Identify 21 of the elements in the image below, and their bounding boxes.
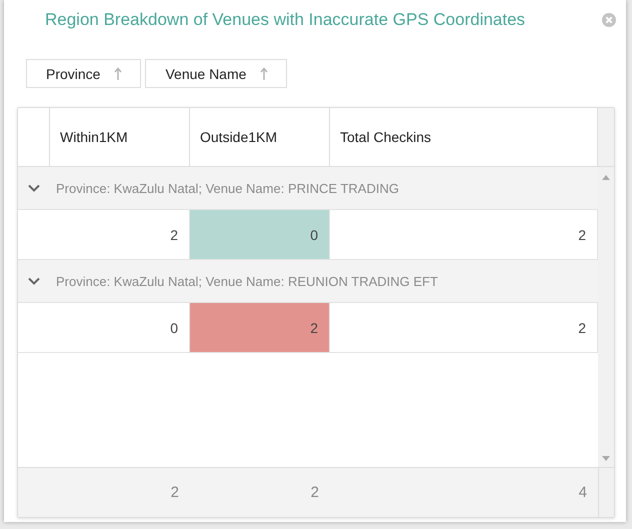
table-cell: 0 xyxy=(190,210,330,259)
group-header: Province: KwaZulu Natal; Venue Name: REUNION TRADING EFT xyxy=(56,274,438,288)
column-header[interactable]: Outside1KM xyxy=(190,108,330,166)
sort-ascending-icon xyxy=(260,67,268,80)
chevron-icon[interactable] xyxy=(28,184,40,192)
total-cell-text: 4 xyxy=(578,483,588,503)
column-header[interactable]: Within1KM xyxy=(50,108,190,166)
close-icon[interactable] xyxy=(602,13,616,27)
total-cell-text: 2 xyxy=(170,483,180,503)
scroll-up-icon[interactable] xyxy=(602,175,610,180)
chevron-icon[interactable] xyxy=(28,277,40,285)
scrollbar-corner xyxy=(598,108,614,166)
group-by-chip[interactable]: Province xyxy=(26,59,142,88)
scrollbar[interactable] xyxy=(598,167,614,467)
scroll-down-icon[interactable] xyxy=(602,456,610,461)
total-cell-text: 2 xyxy=(310,483,320,503)
table-cell: 2 xyxy=(190,303,330,352)
dialog-title: Region Breakdown of Venues with Inaccurate GPS Coordinates xyxy=(45,10,526,30)
sort-ascending-icon xyxy=(114,67,122,80)
group-by-chip[interactable]: Venue Name xyxy=(145,59,288,88)
group-header: Province: KwaZulu Natal; Venue Name: PRINCE TRADING xyxy=(56,180,399,196)
